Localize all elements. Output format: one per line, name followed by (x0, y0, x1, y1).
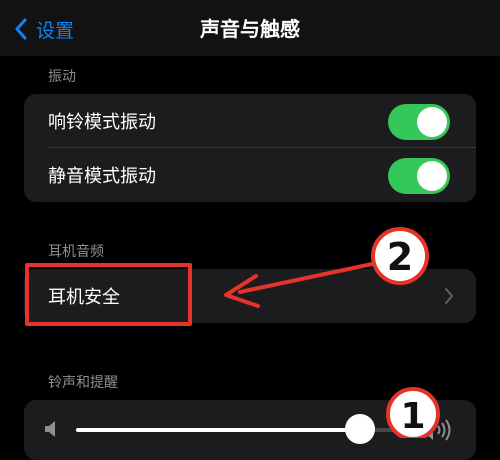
vibration-group: 响铃模式振动 静音模式振动 (24, 94, 476, 202)
row-label: 静音模式振动 (48, 166, 156, 187)
ringtone-volume-group (24, 400, 476, 460)
page-title: 声音与触感 (200, 17, 300, 41)
row-label: 响铃模式振动 (48, 112, 156, 133)
silent-mode-vibration-row: 静音模式振动 (24, 148, 476, 202)
silent-mode-vibration-toggle[interactable] (388, 158, 450, 194)
volume-slider-thumb[interactable] (344, 414, 375, 444)
section-header-vibration: 振动 (48, 69, 76, 85)
navigation-bar: 设置 声音与触感 (0, 0, 500, 56)
speaker-high-icon (421, 419, 451, 441)
toggle-knob (417, 161, 447, 191)
chevron-right-icon (445, 288, 453, 304)
toggle-knob (417, 107, 447, 137)
section-header-ringtone-alerts: 铃声和提醒 (48, 375, 118, 391)
section-header-headphone-audio: 耳机音频 (48, 244, 104, 260)
volume-slider-track[interactable] (76, 414, 410, 444)
ring-mode-vibration-toggle[interactable] (388, 104, 450, 140)
volume-slider-fill (76, 428, 360, 432)
annotation-highlight-box (25, 263, 192, 326)
speaker-low-icon (45, 421, 55, 437)
ring-mode-vibration-row: 响铃模式振动 (24, 94, 476, 148)
